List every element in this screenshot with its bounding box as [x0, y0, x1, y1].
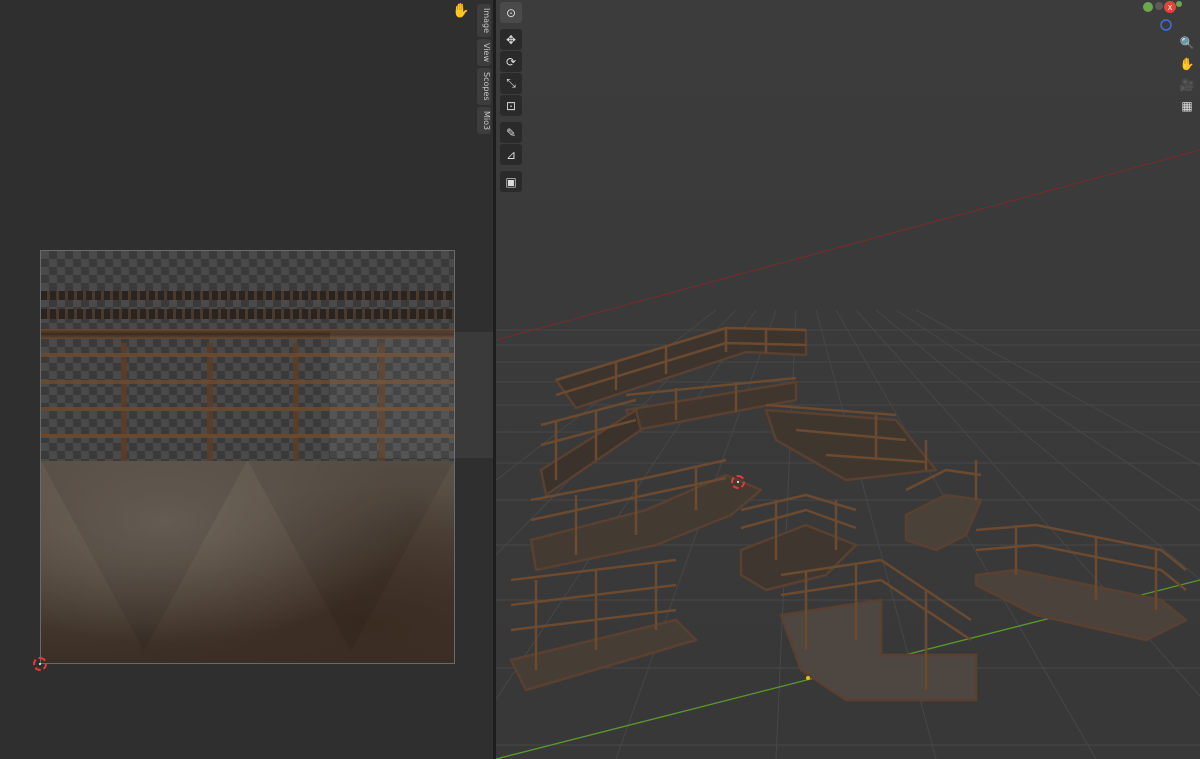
move-arrows-icon: ✥: [505, 32, 517, 47]
rotate-tool[interactable]: ⟳: [500, 51, 522, 72]
transform-icon: ⊡: [505, 98, 517, 113]
tool-shelf: ⊙ ✥ ⟳ ⤡ ⊡ ✎ ⊿ ▣: [500, 2, 522, 192]
x-axis-line: [496, 149, 1200, 341]
move-tool[interactable]: ✥: [500, 29, 522, 50]
texture-plate-edge: [41, 663, 454, 664]
tab-mio3[interactable]: Mio3: [477, 106, 491, 134]
scene-render: [496, 149, 1200, 759]
2d-cursor-icon[interactable]: [33, 657, 47, 671]
uv-editor[interactable]: ✋ Image View Scopes Mio3: [0, 0, 493, 759]
sidebar-tabs: Image View Scopes Mio3: [477, 4, 491, 134]
ruler-icon: ⊿: [505, 147, 517, 162]
add-cube-icon: ▣: [505, 174, 517, 189]
scale-tool[interactable]: ⤡: [500, 73, 522, 94]
tab-scopes[interactable]: Scopes: [477, 68, 491, 105]
measure-tool[interactable]: ⊿: [500, 144, 522, 165]
annotate-tool[interactable]: ✎: [500, 122, 522, 143]
zoom-icon: 🔍: [1179, 36, 1195, 50]
origin-point: [806, 676, 810, 680]
view-navigation: 🔍 ✋ 🎥 ▦: [1178, 34, 1196, 115]
rotate-icon: ⟳: [505, 54, 517, 69]
transform-tool[interactable]: ⊡: [500, 95, 522, 116]
catwalk-models: [509, 326, 1188, 702]
texture-rivet-strip: [41, 309, 454, 319]
scale-icon: ⤡: [506, 76, 516, 90]
hand-pan-icon[interactable]: ✋: [452, 2, 470, 20]
tab-image[interactable]: Image: [477, 4, 491, 38]
gizmo-y-axis: [1143, 2, 1153, 12]
tab-view[interactable]: View: [477, 39, 491, 67]
3d-viewport[interactable]: ⊙ ✥ ⟳ ⤡ ⊡ ✎ ⊿ ▣ X 🔍 ✋ 🎥 ▦: [496, 0, 1200, 759]
target-icon: ⊙: [505, 5, 517, 20]
cursor-tool[interactable]: ⊙: [500, 2, 522, 23]
3d-cursor-icon[interactable]: [731, 475, 745, 489]
texture-rivet-strip: [41, 291, 454, 300]
gizmo-x-label: X: [1168, 4, 1173, 12]
texture-metal-plate: [41, 461, 454, 664]
hand-icon: ✋: [1179, 57, 1195, 71]
pan-button[interactable]: ✋: [1178, 55, 1196, 73]
gizmo-z-axis: [1160, 19, 1172, 31]
add-cube-tool[interactable]: ▣: [500, 171, 522, 192]
camera-view-button[interactable]: 🎥: [1178, 76, 1196, 94]
uv-selection-overlay: [330, 332, 455, 458]
camera-icon: 🎥: [1179, 78, 1195, 92]
ortho-toggle-button[interactable]: ▦: [1178, 97, 1196, 115]
grid-icon: ▦: [1181, 99, 1193, 113]
pencil-icon: ✎: [505, 125, 517, 140]
navigation-gizmo[interactable]: X: [1142, 0, 1192, 36]
uv-selection-overlay: [455, 332, 493, 458]
zoom-button[interactable]: 🔍: [1178, 34, 1196, 52]
